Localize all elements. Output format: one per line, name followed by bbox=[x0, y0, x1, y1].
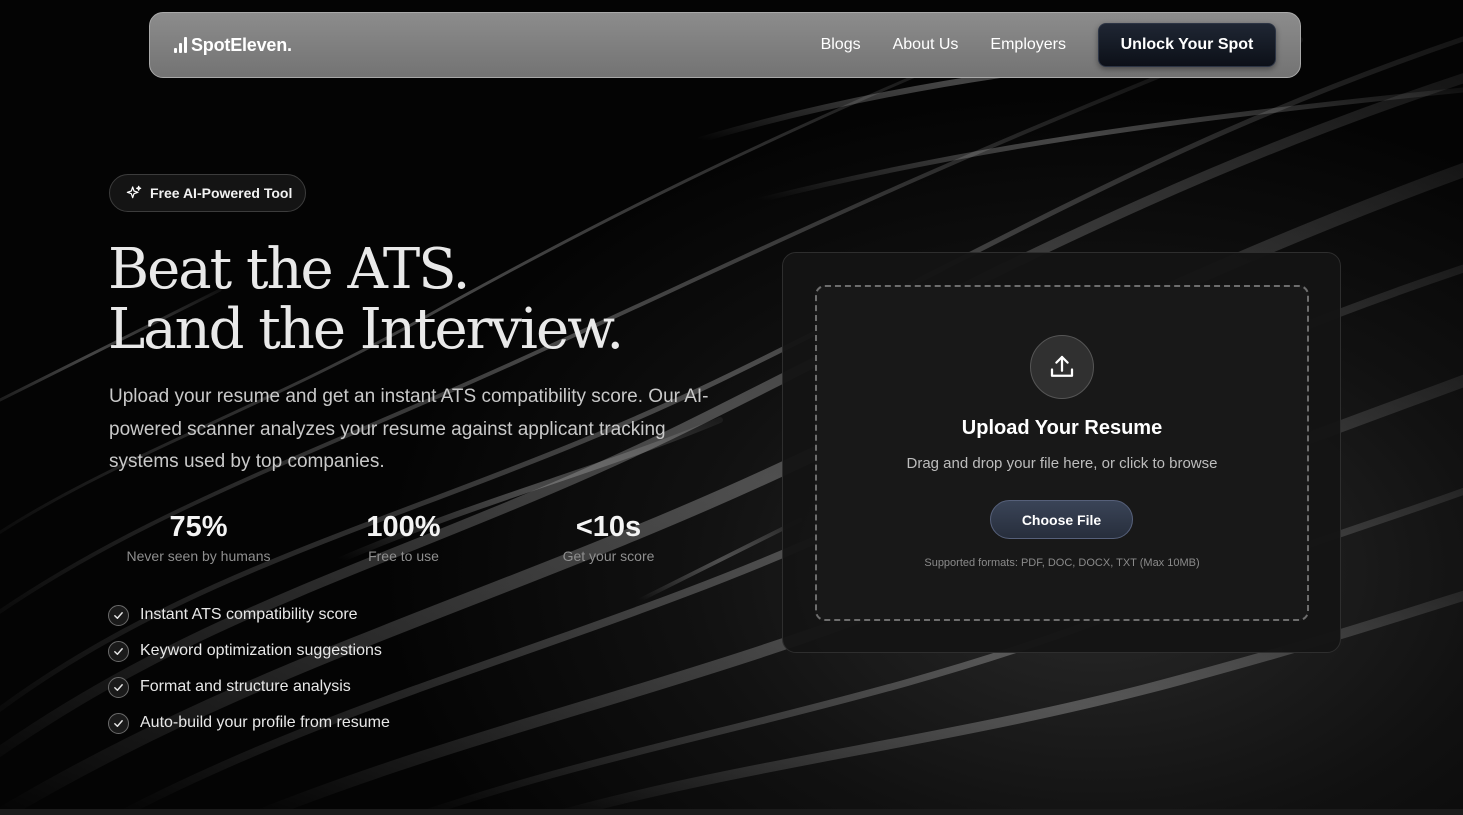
check-icon bbox=[108, 712, 129, 734]
upload-title: Upload Your Resume bbox=[961, 417, 1163, 439]
stat-value: 75% bbox=[169, 511, 228, 543]
stat-label: Get your score bbox=[562, 548, 655, 564]
stat-value: <10s bbox=[575, 511, 642, 543]
upload-subtitle: Drag and drop your file here, or click t… bbox=[906, 455, 1218, 472]
unlock-your-spot-button[interactable]: Unlock Your Spot bbox=[1098, 23, 1276, 67]
logo-bars-icon bbox=[174, 36, 187, 53]
feature-label: Format and structure analysis bbox=[140, 678, 351, 695]
headline-line-1: Beat the ATS. bbox=[108, 237, 470, 302]
badge-label: Free AI-Powered Tool bbox=[150, 185, 293, 201]
nav-link-about-us[interactable]: About Us bbox=[893, 36, 959, 54]
list-item: Instant ATS compatibility score bbox=[108, 597, 390, 633]
nav-links: Blogs About Us Employers Unlock Your Spo… bbox=[821, 23, 1276, 67]
feature-label: Auto-build your profile from resume bbox=[140, 714, 390, 731]
top-navbar: SpotEleven. Blogs About Us Employers Unl… bbox=[149, 12, 1301, 78]
feature-label: Instant ATS compatibility score bbox=[140, 606, 358, 623]
list-item: Format and structure analysis bbox=[108, 669, 390, 705]
list-item: Auto-build your profile from resume bbox=[108, 705, 390, 741]
stats-row: 75% Never seen by humans 100% Free to us… bbox=[96, 510, 711, 564]
sparkle-icon bbox=[126, 185, 142, 199]
check-icon bbox=[108, 676, 129, 698]
nav-link-blogs[interactable]: Blogs bbox=[821, 36, 861, 54]
upload-card: Upload Your Resume Drag and drop your fi… bbox=[782, 252, 1341, 653]
stat-item: <10s Get your score bbox=[506, 510, 711, 564]
nav-link-employers[interactable]: Employers bbox=[990, 36, 1066, 54]
check-icon bbox=[108, 604, 129, 626]
hero-description: Upload your resume and get an instant AT… bbox=[109, 386, 709, 472]
feature-list: Instant ATS compatibility score Keyword … bbox=[108, 597, 390, 741]
stat-item: 75% Never seen by humans bbox=[96, 510, 301, 564]
page: SpotEleven. Blogs About Us Employers Unl… bbox=[0, 0, 1463, 815]
upload-icon bbox=[1030, 335, 1094, 399]
ai-tool-badge: Free AI-Powered Tool bbox=[109, 174, 306, 212]
list-item: Keyword optimization suggestions bbox=[108, 633, 390, 669]
logo-text: SpotEleven. bbox=[191, 34, 292, 55]
page-title: Beat the ATS. Land the Interview. bbox=[108, 237, 624, 362]
resume-dropzone[interactable]: Upload Your Resume Drag and drop your fi… bbox=[815, 285, 1309, 621]
feature-label: Keyword optimization suggestions bbox=[140, 642, 382, 659]
headline-line-2: Land the Interview. bbox=[108, 297, 624, 362]
check-icon bbox=[108, 640, 129, 662]
stat-label: Never seen by humans bbox=[126, 548, 271, 564]
supported-formats-note: Supported formats: PDF, DOC, DOCX, TXT (… bbox=[924, 557, 1200, 569]
logo[interactable]: SpotEleven. bbox=[174, 35, 292, 56]
choose-file-button[interactable]: Choose File bbox=[990, 500, 1133, 539]
stat-label: Free to use bbox=[368, 548, 439, 564]
page-bottom-edge bbox=[0, 809, 1463, 815]
stat-item: 100% Free to use bbox=[301, 510, 506, 564]
stat-value: 100% bbox=[366, 511, 441, 543]
